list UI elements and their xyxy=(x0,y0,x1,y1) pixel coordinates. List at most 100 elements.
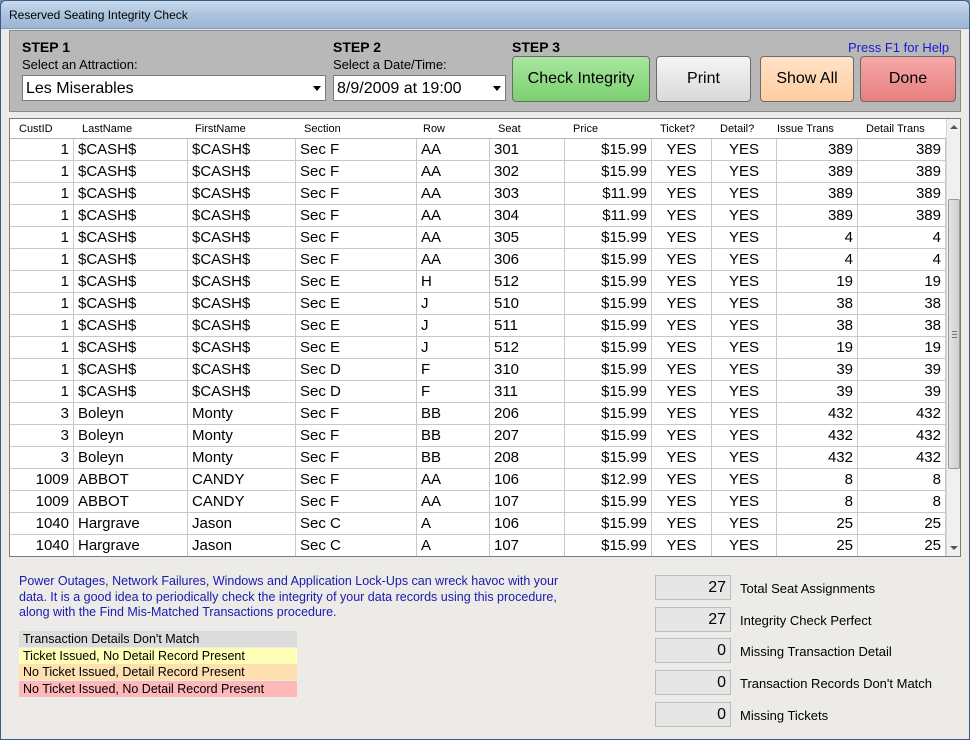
table-cell: 1 xyxy=(10,359,74,381)
table-cell: YES xyxy=(652,249,712,271)
grid-header: CustID LastName FirstName Section Row Seat Pri… xyxy=(10,119,946,139)
table-cell: YES xyxy=(652,381,712,403)
table-cell: 3 xyxy=(10,425,74,447)
column-header[interactable]: Price xyxy=(573,123,598,135)
table-cell: Sec F xyxy=(296,469,417,491)
table-cell: $15.99 xyxy=(565,249,652,271)
table-cell: 1009 xyxy=(10,469,74,491)
table-row[interactable]: 1 $CASH$ $CASH$ Sec E H 512 $15.99 YES YES 19 19 xyxy=(10,271,946,293)
column-header[interactable]: Row xyxy=(423,123,445,135)
vertical-scrollbar[interactable] xyxy=(946,119,960,556)
table-cell: YES xyxy=(652,447,712,469)
table-cell: YES xyxy=(652,403,712,425)
table-cell: 1040 xyxy=(10,535,74,556)
column-header[interactable]: Detail Trans xyxy=(866,123,925,135)
table-cell: 38 xyxy=(858,293,946,315)
table-cell: 432 xyxy=(858,403,946,425)
table-row[interactable]: 1040 Hargrave Jason Sec C A 106 $15.99 YES YES 25… xyxy=(10,513,946,535)
chevron-down-icon[interactable] xyxy=(493,86,501,91)
step1-label: Select an Attraction: xyxy=(22,57,138,72)
done-button[interactable]: Done xyxy=(860,56,956,102)
summary-label: Missing Tickets xyxy=(740,707,829,723)
table-cell: YES xyxy=(652,183,712,205)
table-cell: Monty xyxy=(188,447,296,469)
table-cell: $15.99 xyxy=(565,337,652,359)
table-cell: F xyxy=(417,381,490,403)
table-cell: YES xyxy=(712,249,777,271)
summary-label: Integrity Check Perfect xyxy=(740,612,872,628)
table-row[interactable]: 3 Boleyn Monty Sec F BB 207 $15.99 YES YES 432 432 xyxy=(10,425,946,447)
scroll-thumb[interactable] xyxy=(948,199,960,469)
column-header[interactable]: Detail? xyxy=(720,123,754,135)
results-grid[interactable]: CustID LastName FirstName Section Row Seat Pri… xyxy=(9,118,961,557)
table-cell: Sec F xyxy=(296,205,417,227)
column-header[interactable]: CustID xyxy=(19,123,53,135)
table-cell: 19 xyxy=(777,337,858,359)
table-row[interactable]: 1040 Hargrave Jason Sec C A 107 $15.99 YES YES 25… xyxy=(10,535,946,556)
table-row[interactable]: 3 Boleyn Monty Sec F BB 208 $15.99 YES YES 432 432 xyxy=(10,447,946,469)
table-row[interactable]: 1009 ABBOT CANDY Sec F AA 106 $12.99 YES YES 8 8 xyxy=(10,469,946,491)
table-cell: $CASH$ xyxy=(74,359,188,381)
table-cell: Sec E xyxy=(296,293,417,315)
table-cell: 106 xyxy=(490,469,565,491)
table-cell: AA xyxy=(417,469,490,491)
column-header[interactable]: Section xyxy=(304,123,341,135)
column-header[interactable]: FirstName xyxy=(195,123,246,135)
table-row[interactable]: 1 $CASH$ $CASH$ Sec F AA 302 $15.99 YES YES 389 38… xyxy=(10,161,946,183)
table-cell: BB xyxy=(417,403,490,425)
table-cell: Boleyn xyxy=(74,425,188,447)
table-cell: 1 xyxy=(10,161,74,183)
table-row[interactable]: 1 $CASH$ $CASH$ Sec E J 511 $15.99 YES YES 38 38 xyxy=(10,315,946,337)
table-cell: 304 xyxy=(490,205,565,227)
table-row[interactable]: 1 $CASH$ $CASH$ Sec F AA 306 $15.99 YES YES 4 4 xyxy=(10,249,946,271)
table-cell: YES xyxy=(712,513,777,535)
table-row[interactable]: 3 Boleyn Monty Sec F BB 206 $15.99 YES YES 432 432 xyxy=(10,403,946,425)
table-cell: $CASH$ xyxy=(188,337,296,359)
table-cell: 1 xyxy=(10,315,74,337)
column-header[interactable]: Seat xyxy=(498,123,521,135)
table-cell: 1 xyxy=(10,293,74,315)
table-cell: YES xyxy=(652,535,712,556)
table-cell: $CASH$ xyxy=(188,359,296,381)
column-header[interactable]: LastName xyxy=(82,123,132,135)
table-row[interactable]: 1 $CASH$ $CASH$ Sec E J 510 $15.99 YES YES 38 38 xyxy=(10,293,946,315)
table-cell: $CASH$ xyxy=(188,183,296,205)
column-header[interactable]: Ticket? xyxy=(660,123,695,135)
chevron-down-icon[interactable] xyxy=(313,86,321,91)
table-cell: 8 xyxy=(858,469,946,491)
attraction-select[interactable]: Les Miserables xyxy=(22,75,326,101)
table-row[interactable]: 1 $CASH$ $CASH$ Sec F AA 303 $11.99 YES YES 389 38… xyxy=(10,183,946,205)
table-cell: YES xyxy=(712,271,777,293)
check-integrity-button[interactable]: Check Integrity xyxy=(512,56,650,102)
scroll-down-arrow-icon[interactable] xyxy=(950,546,958,550)
grip-icon xyxy=(952,334,957,335)
table-row[interactable]: 1009 ABBOT CANDY Sec F AA 107 $15.99 YES YES 8 8 xyxy=(10,491,946,513)
table-cell: 305 xyxy=(490,227,565,249)
summary-value: 27 xyxy=(655,575,731,600)
table-cell: ABBOT xyxy=(74,491,188,513)
table-row[interactable]: 1 $CASH$ $CASH$ Sec D F 310 $15.99 YES YES 39 39 xyxy=(10,359,946,381)
table-row[interactable]: 1 $CASH$ $CASH$ Sec E J 512 $15.99 YES YES 19 19 xyxy=(10,337,946,359)
table-row[interactable]: 1 $CASH$ $CASH$ Sec F AA 304 $11.99 YES YES 389 38… xyxy=(10,205,946,227)
table-cell: 432 xyxy=(858,447,946,469)
table-row[interactable]: 1 $CASH$ $CASH$ Sec F AA 301 $15.99 YES YES 389 38… xyxy=(10,139,946,161)
scroll-up-arrow-icon[interactable] xyxy=(950,125,958,129)
table-cell: 4 xyxy=(858,249,946,271)
table-cell: 389 xyxy=(777,183,858,205)
table-cell: YES xyxy=(652,271,712,293)
table-cell: J xyxy=(417,315,490,337)
show-all-button[interactable]: Show All xyxy=(760,56,854,102)
summary-value: 0 xyxy=(655,701,731,727)
table-cell: 1 xyxy=(10,227,74,249)
datetime-select[interactable]: 8/9/2009 at 19:00 xyxy=(333,75,506,101)
column-header[interactable]: Issue Trans xyxy=(777,123,834,135)
table-cell: $15.99 xyxy=(565,403,652,425)
help-link[interactable]: Press F1 for Help xyxy=(848,40,949,55)
title-bar[interactable]: Reserved Seating Integrity Check xyxy=(1,1,969,29)
table-cell: 8 xyxy=(858,491,946,513)
print-button[interactable]: Print xyxy=(656,56,751,102)
table-cell: J xyxy=(417,293,490,315)
table-row[interactable]: 1 $CASH$ $CASH$ Sec F AA 305 $15.99 YES YES 4 4 xyxy=(10,227,946,249)
table-cell: YES xyxy=(652,293,712,315)
table-row[interactable]: 1 $CASH$ $CASH$ Sec D F 311 $15.99 YES YES 39 39 xyxy=(10,381,946,403)
